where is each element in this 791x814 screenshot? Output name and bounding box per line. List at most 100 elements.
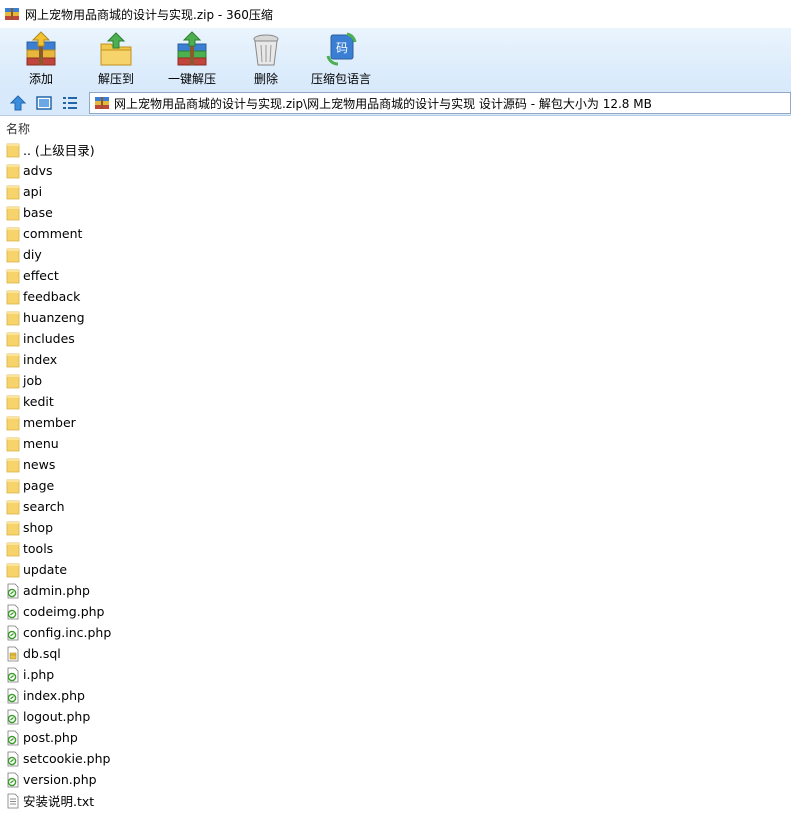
- file-row[interactable]: admin.php: [0, 580, 791, 601]
- add-button[interactable]: 添加: [9, 30, 73, 88]
- folder-icon: [6, 206, 20, 220]
- folder-row[interactable]: member: [0, 412, 791, 433]
- folder-row[interactable]: huanzeng: [0, 307, 791, 328]
- folder-row[interactable]: tools: [0, 538, 791, 559]
- folder-row[interactable]: search: [0, 496, 791, 517]
- php-file-icon: [7, 751, 19, 766]
- file-row[interactable]: 安装说明.txt: [0, 790, 791, 811]
- window-title: 网上宠物用品商城的设计与实现.zip - 360压缩: [25, 7, 273, 22]
- folder-icon: [6, 374, 20, 388]
- file-name: diy: [23, 247, 42, 262]
- folder-row[interactable]: .. (上级目录): [0, 139, 791, 160]
- folder-row[interactable]: effect: [0, 265, 791, 286]
- file-name: tools: [23, 541, 54, 556]
- folder-icon: [6, 521, 20, 535]
- file-row[interactable]: post.php: [0, 727, 791, 748]
- folder-row[interactable]: news: [0, 454, 791, 475]
- file-name: member: [23, 415, 76, 430]
- one-click-extract-button[interactable]: 一键解压: [160, 30, 224, 88]
- file-row[interactable]: db.sql: [0, 643, 791, 664]
- file-name: news: [23, 457, 56, 472]
- path-field[interactable]: 网上宠物用品商城的设计与实现.zip\网上宠物用品商城的设计与实现 设计源码 -…: [89, 92, 791, 114]
- folder-row[interactable]: base: [0, 202, 791, 223]
- delete-button[interactable]: 删除: [234, 30, 298, 88]
- file-name: includes: [23, 331, 75, 346]
- column-name-header[interactable]: 名称: [6, 120, 30, 137]
- file-name: huanzeng: [23, 310, 85, 325]
- file-name: page: [23, 478, 55, 493]
- file-name: search: [23, 499, 65, 514]
- folder-row[interactable]: kedit: [0, 391, 791, 412]
- address-bar: 网上宠物用品商城的设计与实现.zip\网上宠物用品商城的设计与实现 设计源码 -…: [0, 90, 791, 116]
- folder-row[interactable]: comment: [0, 223, 791, 244]
- folder-row[interactable]: menu: [0, 433, 791, 454]
- main-toolbar: 添加 解压到 一键解压 删除 码 压缩包语言: [0, 28, 791, 90]
- file-name: 安装说明.txt: [23, 794, 95, 809]
- folder-row[interactable]: diy: [0, 244, 791, 265]
- file-name: i.php: [23, 667, 55, 682]
- one-click-extract-icon: [177, 31, 207, 66]
- folder-icon: [6, 500, 20, 514]
- folder-icon: [6, 248, 20, 262]
- file-name: admin.php: [23, 583, 90, 598]
- list-view-icon[interactable]: [61, 94, 79, 112]
- file-row[interactable]: i.php: [0, 664, 791, 685]
- file-name: index: [23, 352, 58, 367]
- file-row[interactable]: index.php: [0, 685, 791, 706]
- column-header: 名称: [0, 118, 791, 138]
- archive-language-icon: 码: [326, 32, 357, 66]
- php-file-icon: [7, 709, 19, 724]
- php-file-icon: [7, 625, 19, 640]
- folder-icon: [6, 164, 20, 178]
- archive-language-button[interactable]: 码 压缩包语言: [309, 30, 373, 88]
- extract-to-button-label: 解压到: [97, 72, 134, 86]
- file-name: update: [23, 562, 68, 577]
- file-name: menu: [23, 436, 59, 451]
- folder-icon: [6, 437, 20, 451]
- file-name: .. (上级目录): [23, 143, 95, 158]
- folder-row[interactable]: job: [0, 370, 791, 391]
- thumbnail-view-icon[interactable]: [35, 94, 53, 112]
- file-row[interactable]: logout.php: [0, 706, 791, 727]
- svg-text:码: 码: [336, 41, 348, 55]
- file-name: setcookie.php: [23, 751, 111, 766]
- file-name: shop: [23, 520, 54, 535]
- file-name: feedback: [23, 289, 81, 304]
- folder-icon: [6, 458, 20, 472]
- folder-icon: [6, 185, 20, 199]
- file-name: codeimg.php: [23, 604, 105, 619]
- text-file-icon: [7, 793, 19, 808]
- folder-row[interactable]: advs: [0, 160, 791, 181]
- path-text: 网上宠物用品商城的设计与实现.zip\网上宠物用品商城的设计与实现 设计源码 -…: [114, 96, 652, 111]
- folder-row[interactable]: update: [0, 559, 791, 580]
- up-arrow-icon[interactable]: [9, 94, 27, 112]
- extract-to-icon: [100, 32, 132, 66]
- file-row[interactable]: config.inc.php: [0, 622, 791, 643]
- folder-row[interactable]: shop: [0, 517, 791, 538]
- folder-row[interactable]: page: [0, 475, 791, 496]
- file-name: kedit: [23, 394, 54, 409]
- folder-row[interactable]: includes: [0, 328, 791, 349]
- folder-row[interactable]: api: [0, 181, 791, 202]
- file-name: version.php: [23, 772, 97, 787]
- file-row[interactable]: codeimg.php: [0, 601, 791, 622]
- file-name: job: [23, 373, 43, 388]
- file-list: .. (上级目录) advs api base comment diy effect feed…: [0, 139, 791, 811]
- folder-row[interactable]: index: [0, 349, 791, 370]
- folder-row[interactable]: feedback: [0, 286, 791, 307]
- file-name: comment: [23, 226, 83, 241]
- title-bar: 网上宠物用品商城的设计与实现.zip - 360压缩: [0, 0, 791, 28]
- php-file-icon: [7, 730, 19, 745]
- folder-icon: [6, 290, 20, 304]
- php-file-icon: [7, 772, 19, 787]
- folder-icon: [6, 227, 20, 241]
- one-click-extract-button-label: 一键解压: [167, 72, 216, 86]
- file-name: base: [23, 205, 53, 220]
- file-row[interactable]: version.php: [0, 769, 791, 790]
- extract-to-button[interactable]: 解压到: [84, 30, 148, 88]
- delete-button-label: 删除: [253, 72, 278, 86]
- file-row[interactable]: setcookie.php: [0, 748, 791, 769]
- file-name: advs: [23, 163, 53, 178]
- file-name: db.sql: [23, 646, 61, 661]
- folder-icon: [6, 416, 20, 430]
